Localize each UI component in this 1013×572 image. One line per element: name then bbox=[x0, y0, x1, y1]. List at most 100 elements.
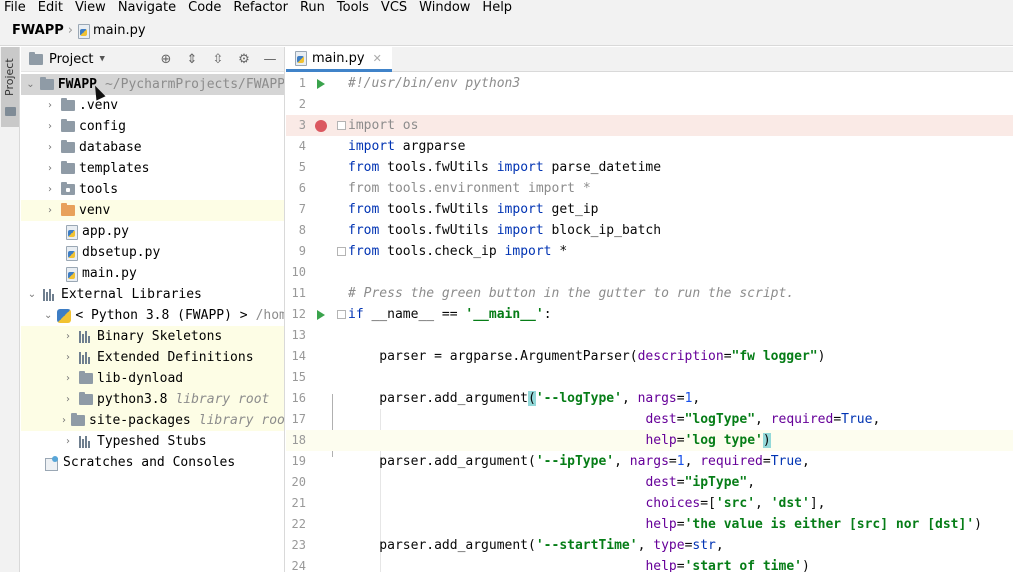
folder-icon bbox=[79, 371, 93, 384]
menu-help[interactable]: Help bbox=[476, 0, 518, 16]
folder-icon bbox=[71, 413, 85, 426]
tree-item-venv-hidden[interactable]: › .venv bbox=[21, 95, 284, 116]
tree-item-tools[interactable]: › tools bbox=[21, 179, 284, 200]
tree-item-scratches[interactable]: Scratches and Consoles bbox=[21, 452, 284, 473]
tree-item-fwapp[interactable]: ⌄ FWAPP ~/PycharmProjects/FWAPP bbox=[21, 74, 285, 95]
close-icon[interactable]: ✕ bbox=[373, 52, 382, 65]
tree-item-config[interactable]: › config bbox=[21, 116, 284, 137]
chevron-down-icon[interactable]: ⌄ bbox=[26, 79, 35, 90]
folder-icon bbox=[61, 119, 75, 132]
line-number: 11 bbox=[291, 286, 306, 300]
menu-file[interactable]: File bbox=[0, 0, 32, 16]
tree-item-python38[interactable]: › python3.8 library root bbox=[21, 389, 284, 410]
fold-icon[interactable] bbox=[337, 247, 346, 256]
tree-item-templates[interactable]: › templates bbox=[21, 158, 284, 179]
code-text: parser.add_argument('--ipType', nargs=1,… bbox=[348, 454, 810, 469]
tree-item-main-py[interactable]: main.py bbox=[21, 263, 284, 284]
chevron-right-icon[interactable]: › bbox=[62, 394, 74, 405]
chevron-down-icon[interactable]: ⌄ bbox=[26, 289, 38, 300]
chevron-right-icon[interactable]: › bbox=[62, 436, 74, 447]
python-file-icon bbox=[65, 224, 78, 240]
menu-window[interactable]: Window bbox=[413, 0, 476, 16]
fold-icon[interactable] bbox=[337, 310, 346, 319]
tree-item-binary-skeletons[interactable]: › Binary Skeletons bbox=[21, 326, 284, 347]
chevron-right-icon[interactable]: › bbox=[44, 184, 56, 195]
code-line: 17 dest="logType", required=True, bbox=[286, 409, 1013, 430]
chevron-down-icon[interactable]: ⌄ bbox=[44, 310, 52, 321]
tree-item-dbsetup-py[interactable]: dbsetup.py bbox=[21, 242, 284, 263]
tree-item-external-libraries[interactable]: ⌄ External Libraries bbox=[21, 284, 284, 305]
menu-run[interactable]: Run bbox=[294, 0, 331, 16]
locate-icon[interactable]: ⊕ bbox=[158, 51, 174, 67]
code-text: parser.add_argument('--logType', nargs=1… bbox=[348, 391, 701, 406]
code-line: 23 parser.add_argument('--startTime', ty… bbox=[286, 535, 1013, 556]
python-file-icon bbox=[65, 245, 78, 261]
package-folder-icon bbox=[61, 182, 75, 195]
tree-item-library-root: library root bbox=[175, 392, 270, 407]
code-line: 14 parser = argparse.ArgumentParser(desc… bbox=[286, 346, 1013, 367]
code-text: choices=['src', 'dst'], bbox=[645, 496, 826, 511]
tree-item-site-packages[interactable]: › site-packages library root bbox=[21, 410, 285, 431]
chevron-right-icon[interactable]: › bbox=[44, 121, 56, 132]
breadcrumb-project[interactable]: FWAPP bbox=[12, 23, 64, 38]
chevron-right-icon[interactable]: › bbox=[44, 142, 56, 153]
tree-item-label: database bbox=[79, 140, 142, 155]
menu-bar: File Edit View Navigate Code Refactor Ru… bbox=[0, 0, 1013, 16]
chevron-right-icon[interactable]: › bbox=[44, 100, 56, 111]
chevron-down-icon[interactable]: ▼ bbox=[99, 54, 104, 64]
project-tool-tab-label: Project bbox=[3, 58, 16, 96]
breadcrumb-separator: › bbox=[67, 23, 73, 38]
breakpoint-icon[interactable] bbox=[315, 120, 327, 132]
tree-item-app-py[interactable]: app.py bbox=[21, 221, 284, 242]
project-view-selector[interactable]: Project bbox=[49, 52, 93, 67]
run-icon[interactable] bbox=[317, 310, 325, 320]
menu-code[interactable]: Code bbox=[182, 0, 227, 16]
fold-icon[interactable] bbox=[337, 121, 346, 130]
line-number: 21 bbox=[291, 496, 306, 510]
chevron-right-icon[interactable]: › bbox=[62, 415, 66, 426]
line-number: 9 bbox=[298, 244, 306, 258]
code-text: dest="logType", required=True, bbox=[645, 412, 881, 427]
breadcrumb-file[interactable]: main.py bbox=[77, 23, 146, 39]
menu-navigate[interactable]: Navigate bbox=[112, 0, 182, 16]
tab-main-py[interactable]: main.py ✕ bbox=[286, 47, 392, 72]
tree-item-label: Extended Definitions bbox=[97, 350, 254, 365]
tree-item-label: Binary Skeletons bbox=[97, 329, 223, 344]
folder-icon bbox=[61, 161, 75, 174]
code-text: dest="ipType", bbox=[645, 475, 756, 490]
chevron-right-icon[interactable]: › bbox=[62, 331, 74, 342]
tree-item-path: ~/PycharmProjects/FWAPP bbox=[104, 77, 285, 92]
menu-tools[interactable]: Tools bbox=[331, 0, 375, 16]
menu-view[interactable]: View bbox=[69, 0, 112, 16]
menu-refactor[interactable]: Refactor bbox=[227, 0, 294, 16]
tree-item-python-sdk[interactable]: ⌄ < Python 3.8 (FWAPP) > /home bbox=[21, 305, 284, 326]
gear-icon[interactable]: ⚙ bbox=[236, 51, 252, 67]
menu-vcs[interactable]: VCS bbox=[375, 0, 413, 16]
code-line: 6 from tools.environment import * bbox=[286, 178, 1013, 199]
hide-icon[interactable]: — bbox=[262, 51, 278, 67]
chevron-right-icon[interactable]: › bbox=[62, 373, 74, 384]
tree-item-lib-dynload[interactable]: › lib-dynload bbox=[21, 368, 284, 389]
code-line: 9 from tools.check_ip import * bbox=[286, 241, 1013, 262]
tree-item-library-root: library root bbox=[198, 413, 285, 428]
code-line: 7 from tools.fwUtils import get_ip bbox=[286, 199, 1013, 220]
project-tool-tab[interactable]: Project bbox=[1, 47, 19, 127]
tree-item-typeshed-stubs[interactable]: › Typeshed Stubs bbox=[21, 431, 284, 452]
line-number: 10 bbox=[291, 265, 306, 279]
tree-item-database[interactable]: › database bbox=[21, 137, 284, 158]
line-number: 5 bbox=[298, 160, 306, 174]
menu-edit[interactable]: Edit bbox=[32, 0, 69, 16]
run-icon[interactable] bbox=[317, 79, 325, 89]
collapse-all-icon[interactable]: ⇳ bbox=[210, 51, 226, 67]
code-editor[interactable]: 1 #!/usr/bin/env python3 2 3 import os 4… bbox=[286, 73, 1013, 572]
expand-all-icon[interactable]: ⇕ bbox=[184, 51, 200, 67]
chevron-right-icon[interactable]: › bbox=[44, 205, 56, 216]
line-number: 4 bbox=[298, 139, 306, 153]
breadcrumb-file-label: main.py bbox=[92, 23, 146, 38]
library-icon bbox=[79, 435, 93, 448]
chevron-right-icon[interactable]: › bbox=[62, 352, 74, 363]
tree-item-extended-definitions[interactable]: › Extended Definitions bbox=[21, 347, 284, 368]
project-pane: Project ▼ ⊕ ⇕ ⇳ ⚙ — ⌄ FWAPP ~/PycharmPro… bbox=[21, 47, 285, 572]
tree-item-venv[interactable]: › venv bbox=[21, 200, 284, 221]
chevron-right-icon[interactable]: › bbox=[44, 163, 56, 174]
